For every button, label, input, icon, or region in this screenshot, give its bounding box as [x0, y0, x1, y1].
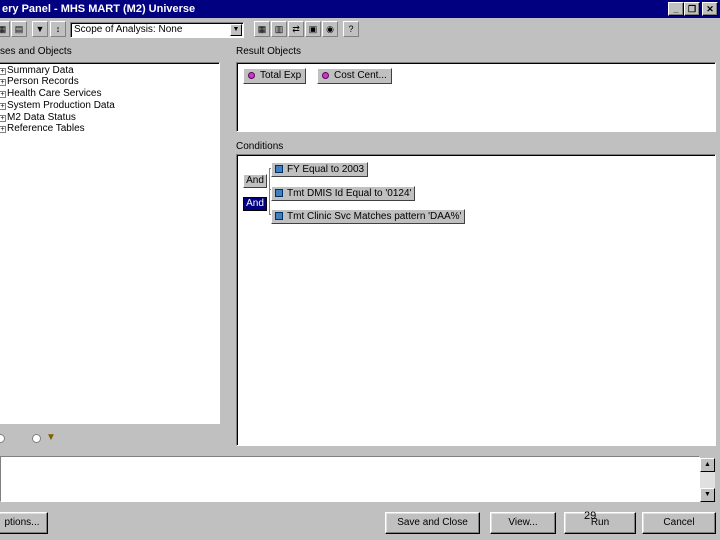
tree-item-reference-tables[interactable]: + Reference Tables — [0, 123, 85, 135]
object-icon — [322, 72, 329, 79]
classes-view-radio[interactable] — [0, 434, 5, 443]
condition-fy[interactable]: FY Equal to 2003 — [271, 162, 369, 177]
result-object-cost-cent[interactable]: Cost Cent... — [317, 68, 392, 84]
scroll-down-icon[interactable]: ▼ — [700, 488, 715, 502]
classes-objects-label: ses and Objects — [0, 46, 72, 57]
expand-icon[interactable]: + — [0, 114, 6, 122]
query-panel-window: ery Panel - MHS MART (M2) Universe _ ❐ ✕… — [0, 0, 720, 540]
scope-of-analysis-combo[interactable]: Scope of Analysis: None ▼ — [70, 22, 244, 38]
classes-objects-tree[interactable]: + Summary Data + Person Records + Health… — [0, 62, 220, 424]
status-scrollbar[interactable]: ▲ ▼ — [700, 458, 715, 502]
options-button[interactable]: ptions... — [0, 512, 48, 534]
expand-icon[interactable]: + — [0, 78, 6, 86]
conditions-label: Conditions — [236, 141, 284, 152]
swap-icon[interactable]: ⇄ — [288, 21, 304, 37]
condition-icon — [275, 165, 283, 173]
condition-icon — [275, 189, 283, 197]
expand-icon[interactable]: + — [0, 67, 6, 75]
view-button[interactable]: View... — [490, 512, 556, 534]
scope-combo-value: Scope of Analysis: None — [74, 24, 183, 35]
expand-icon[interactable]: + — [0, 102, 6, 110]
object-icon — [248, 72, 255, 79]
result-object-total-exp[interactable]: Total Exp — [243, 68, 307, 84]
run-query-icon[interactable]: ◉ — [322, 21, 338, 37]
chevron-down-icon[interactable]: ▼ — [230, 24, 242, 36]
predefined-conditions-radio[interactable] — [32, 434, 41, 443]
expand-icon[interactable]: + — [0, 90, 6, 98]
sql-icon[interactable]: ▣ — [305, 21, 321, 37]
grid-icon[interactable]: ▤ — [11, 21, 27, 37]
close-button[interactable]: ✕ — [702, 2, 718, 16]
page-number: 29 — [584, 510, 597, 522]
condition-dmis-id[interactable]: Tmt DMIS Id Equal to '0124' — [271, 186, 416, 201]
condition-clinic-svc[interactable]: Tmt Clinic Svc Matches pattern 'DAA%' — [271, 209, 466, 224]
maximize-button[interactable]: ❐ — [684, 2, 700, 16]
table-icon[interactable]: ▦ — [0, 21, 10, 37]
status-message-area — [0, 456, 700, 502]
tree-item-health-care-services[interactable]: + Health Care Services — [0, 88, 101, 100]
cancel-button[interactable]: Cancel — [642, 512, 716, 534]
window-title: ery Panel - MHS MART (M2) Universe — [2, 3, 196, 15]
filter-icon[interactable]: ▼ — [32, 21, 48, 37]
condition-icon — [275, 212, 283, 220]
run-button[interactable]: Run — [564, 512, 636, 534]
result-objects-label: Result Objects — [236, 46, 302, 57]
and-operator-button-selected[interactable]: And — [243, 197, 267, 211]
sort-icon[interactable]: ↕ — [50, 21, 66, 37]
expand-icon[interactable]: + — [0, 125, 6, 133]
tree-item-system-production-data[interactable]: + System Production Data — [0, 100, 115, 112]
minimize-button[interactable]: _ — [668, 2, 684, 16]
conditions-pane[interactable]: And And FY Equal to 2003 Tmt DMIS Id Equ… — [236, 154, 716, 446]
filter-icon: ▼ — [46, 432, 56, 443]
save-and-close-button[interactable]: Save and Close — [385, 512, 480, 534]
result-objects-pane[interactable]: Total Exp Cost Cent... — [236, 62, 716, 132]
calculator-icon[interactable]: ▦ — [254, 21, 270, 37]
toolbar: ▦ ▤ ▼ ↕ Scope of Analysis: None ▼ ▦ ▥ ⇄ … — [0, 20, 720, 42]
tree-item-person-records[interactable]: + Person Records — [0, 76, 79, 88]
title-bar: ery Panel - MHS MART (M2) Universe _ ❐ ✕ — [0, 0, 720, 18]
and-operator-button[interactable]: And — [243, 174, 267, 188]
table-alt-icon[interactable]: ▥ — [271, 21, 287, 37]
scroll-up-icon[interactable]: ▲ — [700, 458, 715, 472]
help-icon[interactable]: ? — [343, 21, 359, 37]
